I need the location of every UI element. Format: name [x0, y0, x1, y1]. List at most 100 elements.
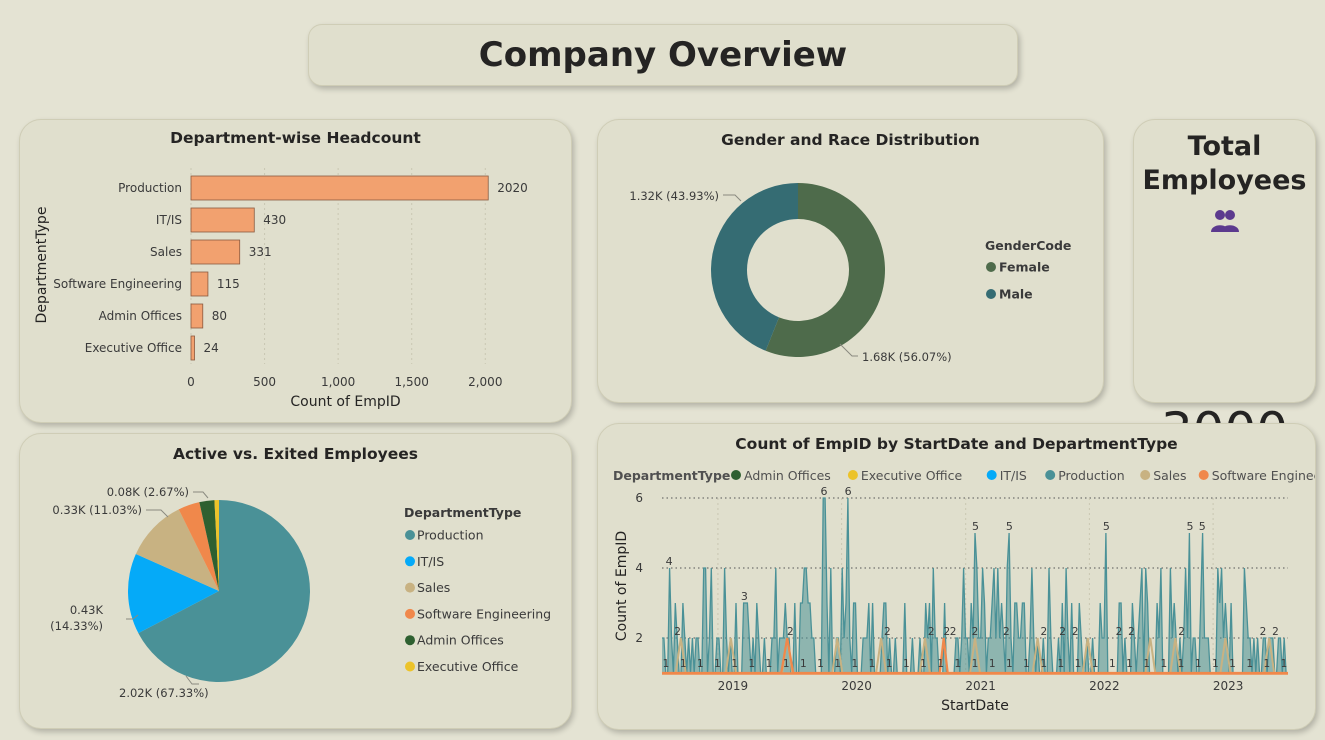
- line-data-label: 1: [1246, 658, 1253, 670]
- bar[interactable]: [190, 207, 255, 233]
- legend-marker: [405, 582, 415, 593]
- status-pie-chart[interactable]: 2.02K (67.33%) 0.43K (14.33%) 0.33K (11.03%…: [20, 434, 571, 728]
- line-data-label: 5: [1199, 520, 1206, 533]
- x-tick-label: 2019: [718, 679, 749, 693]
- line-data-label: 1: [663, 658, 670, 670]
- legend-marker: [405, 556, 415, 567]
- gender-donut-chart[interactable]: 1.68K (56.07%) 1.32K (43.93%) GenderCode Fe…: [598, 120, 1103, 402]
- y-tick-label: IT/IS: [156, 213, 182, 227]
- line-data-label: 1: [1160, 658, 1167, 670]
- pie-data-label: 0.33K (11.03%): [52, 503, 142, 517]
- y-tick-label: Sales: [150, 245, 182, 259]
- x-tick-label: 2021: [965, 679, 996, 693]
- line-data-label: 1: [989, 658, 996, 670]
- legend-label[interactable]: Software Engineering: [1212, 468, 1315, 483]
- line-data-label: 1: [1229, 658, 1236, 670]
- bar[interactable]: [190, 175, 489, 201]
- legend-label[interactable]: IT/IS: [417, 554, 444, 569]
- line-data-label: 1: [869, 658, 876, 670]
- pie-data-label: 2.02K (67.33%): [119, 686, 209, 700]
- legend-label[interactable]: Executive Office: [417, 659, 519, 674]
- line-data-label: 2: [787, 626, 794, 638]
- startdate-line-chart[interactable]: DepartmentType Admin Offices Executive Off…: [598, 424, 1315, 729]
- y-axis-title: DepartmentType: [34, 207, 50, 324]
- startdate-card[interactable]: Count of EmpID by StartDate and Departme…: [597, 423, 1316, 730]
- line-data-label: 1: [1195, 658, 1202, 670]
- line-data-label: 1: [972, 658, 979, 670]
- legend-label[interactable]: Software Engineering: [417, 606, 551, 621]
- x-axis-title: Count of EmpID: [290, 394, 400, 410]
- gender-card[interactable]: Gender and Race Distribution 1.68K (56.0…: [597, 119, 1104, 403]
- bar[interactable]: [190, 239, 241, 265]
- headcount-card[interactable]: Department-wise Headcount 0 500 1,000 1,500…: [19, 119, 572, 423]
- line-data-label: 3: [741, 590, 748, 603]
- pie-data-label: 0.08K (2.67%): [107, 485, 189, 499]
- legend-label[interactable]: Sales: [417, 580, 450, 595]
- legend-marker: [731, 470, 741, 480]
- line-data-label: 5: [1187, 520, 1194, 533]
- legend-label[interactable]: Sales: [1153, 468, 1186, 483]
- line-data-label: 1: [1023, 658, 1030, 670]
- y-tick-label: Executive Office: [85, 341, 182, 355]
- legend-title: DepartmentType: [613, 468, 730, 483]
- line-data-label: 1: [766, 658, 773, 670]
- y-axis-title: Count of EmpID: [614, 531, 630, 641]
- bar-data-label: 2020: [497, 181, 528, 195]
- leader-line: [723, 194, 742, 202]
- kpi-title-line1: Total: [1187, 131, 1262, 162]
- line-data-label: 4: [666, 555, 673, 568]
- legend-marker: [986, 262, 996, 272]
- bar[interactable]: [190, 303, 204, 329]
- x-tick-label: 2,000: [468, 375, 502, 389]
- line-data-label: 2: [972, 626, 979, 638]
- legend-marker: [1198, 470, 1209, 480]
- people-icon: [1211, 210, 1239, 232]
- line-data-label: 1: [920, 658, 927, 670]
- leader-line: [193, 491, 209, 499]
- legend-label[interactable]: Admin Offices: [744, 468, 831, 483]
- legend-marker: [1140, 470, 1151, 480]
- legend-label[interactable]: Production: [417, 528, 484, 543]
- leader-line: [839, 343, 858, 357]
- status-card[interactable]: Active vs. Exited Employees 2.02K (67.33…: [19, 433, 572, 729]
- line-data-label: 1: [800, 658, 807, 670]
- line-data-label: 2: [928, 626, 935, 638]
- leader-line: [146, 509, 169, 518]
- line-data-label: 1: [1126, 658, 1133, 670]
- legend-label[interactable]: Production: [1058, 468, 1125, 483]
- line-data-label: 1: [817, 658, 824, 670]
- line-data-label: 1: [1143, 658, 1150, 670]
- legend-label[interactable]: Male: [999, 287, 1033, 302]
- legend-marker: [986, 470, 997, 480]
- line-data-label: 1: [954, 658, 961, 670]
- legend-marker: [405, 661, 415, 672]
- x-axis-title: StartDate: [941, 698, 1009, 714]
- x-tick-label: 2020: [841, 679, 872, 693]
- bar[interactable]: [190, 271, 209, 297]
- kpi-title: Total Employees: [1134, 130, 1315, 198]
- line-data-label: 2: [884, 626, 891, 638]
- line-data-label: 1: [937, 658, 944, 670]
- line-data-label: 1: [1040, 658, 1047, 670]
- legend-label[interactable]: Executive Office: [861, 468, 963, 483]
- line-data-label: 1: [1212, 658, 1219, 670]
- legend-label[interactable]: Admin Offices: [417, 633, 504, 648]
- x-tick-label: 1,000: [321, 375, 355, 389]
- kpi-title-line2: Employees: [1142, 165, 1307, 196]
- legend-marker: [986, 289, 996, 299]
- legend-marker: [405, 635, 415, 646]
- y-tick-label: 4: [635, 561, 643, 575]
- line-data-label: 6: [821, 485, 828, 498]
- legend-marker: [847, 470, 858, 480]
- legend-label[interactable]: Female: [999, 260, 1050, 275]
- line-data-label: 1: [748, 658, 755, 670]
- headcount-bar-chart[interactable]: 0 500 1,000 1,500 2,000 Production 2020 IT/IS 43…: [20, 120, 571, 422]
- legend-marker: [405, 530, 415, 540]
- legend-label[interactable]: IT/IS: [1000, 468, 1027, 483]
- line-data-label: 2: [1072, 626, 1079, 638]
- bar[interactable]: [190, 335, 195, 361]
- x-tick-label: 2023: [1213, 679, 1244, 693]
- line-data-label: 6: [845, 485, 852, 498]
- line-data-label: 1: [1006, 658, 1013, 670]
- bar-data-label: 80: [212, 309, 227, 323]
